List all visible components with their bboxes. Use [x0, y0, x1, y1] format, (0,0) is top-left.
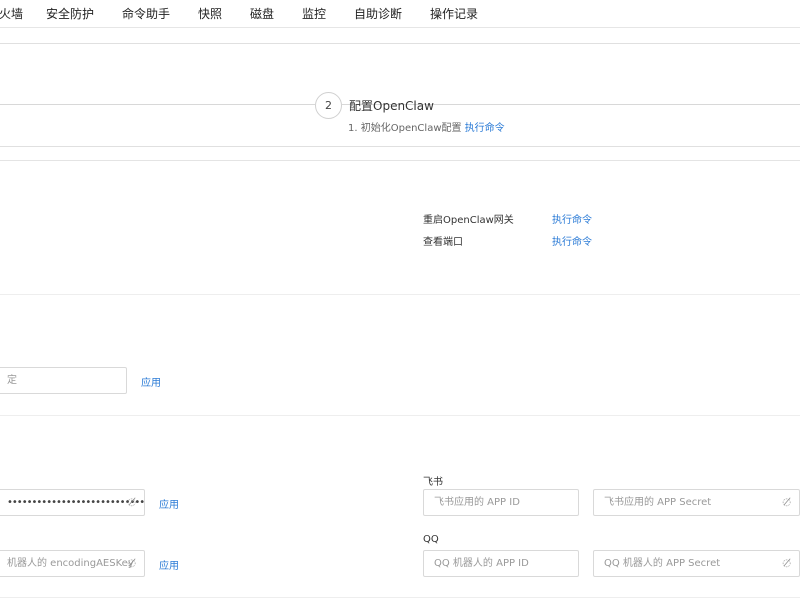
nav-item-snapshot[interactable]: 快照 [198, 5, 222, 22]
config-input[interactable]: 定 [0, 367, 127, 394]
feishu-app-id-placeholder: 飞书应用的 APP ID [434, 497, 520, 508]
eye-off-icon[interactable]: ◌̸ [782, 551, 791, 576]
qq-app-id-input[interactable]: QQ 机器人的 APP ID [423, 550, 579, 577]
encoding-aes-key-input[interactable]: 机器人的 encodingAESKey ◌̸ [0, 550, 145, 577]
step-number-badge: 2 [315, 92, 342, 119]
nav-item-disk[interactable]: 磁盘 [250, 5, 274, 22]
nav-item-firewall[interactable]: 火墙 [0, 5, 23, 22]
feishu-app-secret-placeholder: 飞书应用的 APP Secret [604, 497, 712, 508]
restart-gateway-execute-link[interactable]: 执行命令 [552, 211, 592, 226]
check-port-execute-link[interactable]: 执行命令 [552, 233, 592, 248]
qq-app-secret-input[interactable]: QQ 机器人的 APP Secret ◌̸ [593, 550, 800, 577]
eye-off-icon[interactable]: ◌̸ [782, 490, 791, 515]
gateway-commands-card: 重启OpenClaw网关 执行命令 查看端口 执行命令 [0, 160, 800, 295]
eye-off-icon[interactable]: ◌̸ [127, 551, 136, 576]
secret-token-input[interactable]: ••••••••••••••••••••••••••••••••••••••••… [0, 489, 145, 516]
step-description-text: 1. 初始化OpenClaw配置 [348, 123, 462, 134]
config-input-placeholder: 定 [7, 375, 17, 386]
encoding-aes-key-placeholder: 机器人的 encodingAESKey [7, 558, 134, 569]
secret-token-apply-button[interactable]: 应用 [159, 496, 179, 511]
feishu-app-id-input[interactable]: 飞书应用的 APP ID [423, 489, 579, 516]
check-port-label: 查看端口 [423, 237, 463, 248]
qq-label: QQ [423, 534, 439, 545]
eye-off-icon[interactable]: ◌̸ [127, 490, 136, 515]
step-description: 1. 初始化OpenClaw配置 执行命令 [348, 119, 505, 134]
steps-card: 2 配置OpenClaw 1. 初始化OpenClaw配置 执行命令 [0, 43, 800, 147]
nav-item-monitor[interactable]: 监控 [302, 5, 326, 22]
feishu-app-secret-input[interactable]: 飞书应用的 APP Secret ◌̸ [593, 489, 800, 516]
execute-command-link[interactable]: 执行命令 [465, 123, 505, 134]
nav-item-operation-log[interactable]: 操作记录 [430, 5, 478, 22]
step-title: 配置OpenClaw [349, 99, 434, 113]
config-apply-button[interactable]: 应用 [141, 374, 161, 389]
secret-token-value: ••••••••••••••••••••••••••••••••••••••••… [7, 497, 145, 508]
nav-item-self-diagnosis[interactable]: 自助诊断 [354, 5, 402, 22]
bottom-divider [0, 597, 800, 598]
step-connector-left [0, 104, 315, 105]
qq-app-id-placeholder: QQ 机器人的 APP ID [434, 558, 529, 569]
encoding-aes-key-apply-button[interactable]: 应用 [159, 557, 179, 572]
section-divider [0, 415, 800, 416]
top-nav: 火墙 安全防护 命令助手 快照 磁盘 监控 自助诊断 操作记录 [0, 0, 800, 28]
qq-app-secret-placeholder: QQ 机器人的 APP Secret [604, 558, 721, 569]
restart-gateway-label: 重启OpenClaw网关 [423, 215, 514, 226]
nav-item-security[interactable]: 安全防护 [46, 5, 94, 22]
nav-item-command-helper[interactable]: 命令助手 [122, 5, 170, 22]
feishu-label: 飞书 [423, 477, 443, 488]
